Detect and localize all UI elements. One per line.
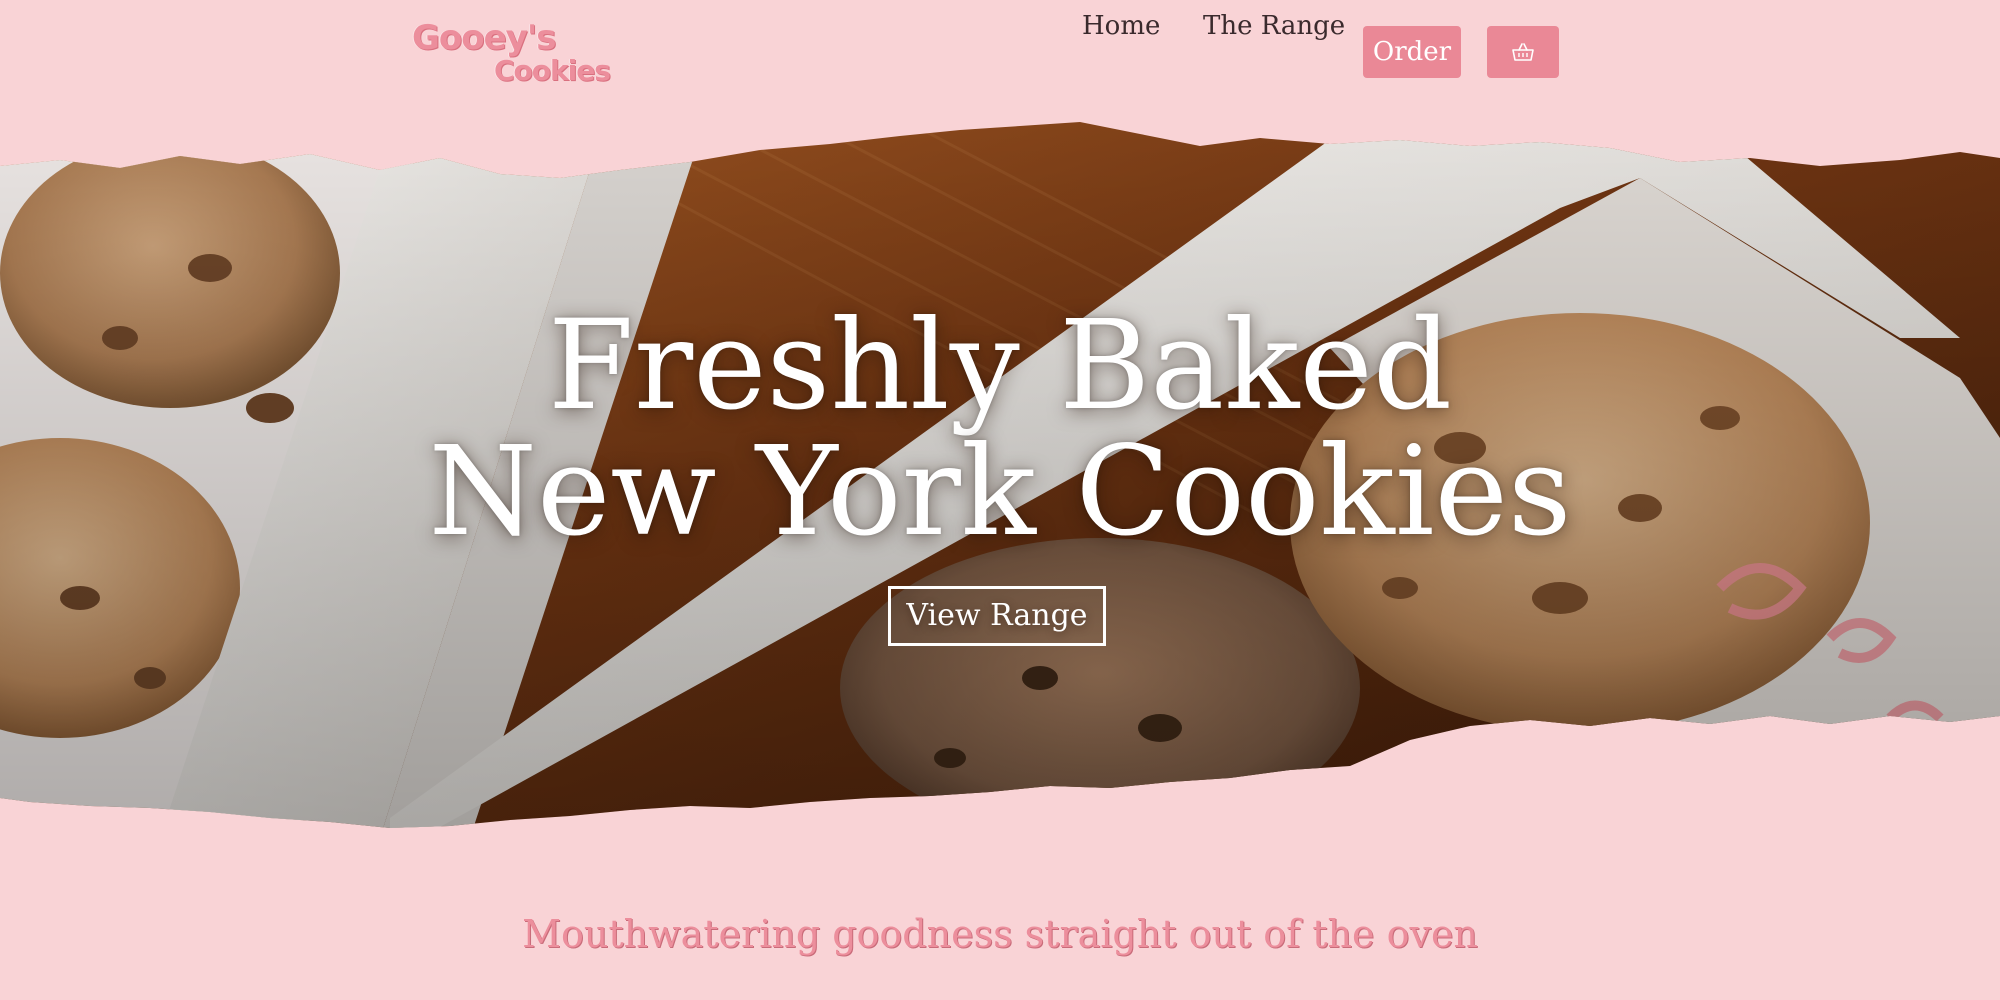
logo-wordmark-line2: Cookies: [494, 54, 611, 87]
nav-the-range-link[interactable]: The Range: [1203, 0, 1345, 52]
site-header: Gooey's Cookies Home The Range Order: [0, 0, 2000, 110]
basket-icon: [1512, 43, 1534, 61]
page: Gooey's Cookies Home The Range Order Fre…: [0, 0, 2000, 1000]
hero-title-line1: Freshly Baked: [547, 294, 1453, 438]
hero-banner: Freshly Baked New York Cookies View Rang…: [0, 118, 2000, 838]
hero-title: Freshly Baked New York Cookies: [0, 303, 2000, 555]
nav-home-link[interactable]: Home: [1082, 0, 1160, 52]
cart-button[interactable]: [1487, 26, 1559, 78]
order-button[interactable]: Order: [1363, 26, 1461, 78]
view-range-button[interactable]: View Range: [888, 586, 1106, 646]
hero-title-line2: New York Cookies: [428, 420, 1572, 564]
tagline-heading: Mouthwatering goodness straight out of t…: [522, 912, 1478, 956]
brand-logo[interactable]: Gooey's Cookies: [412, 18, 612, 92]
logo-wordmark-line1: Gooey's: [412, 18, 556, 58]
